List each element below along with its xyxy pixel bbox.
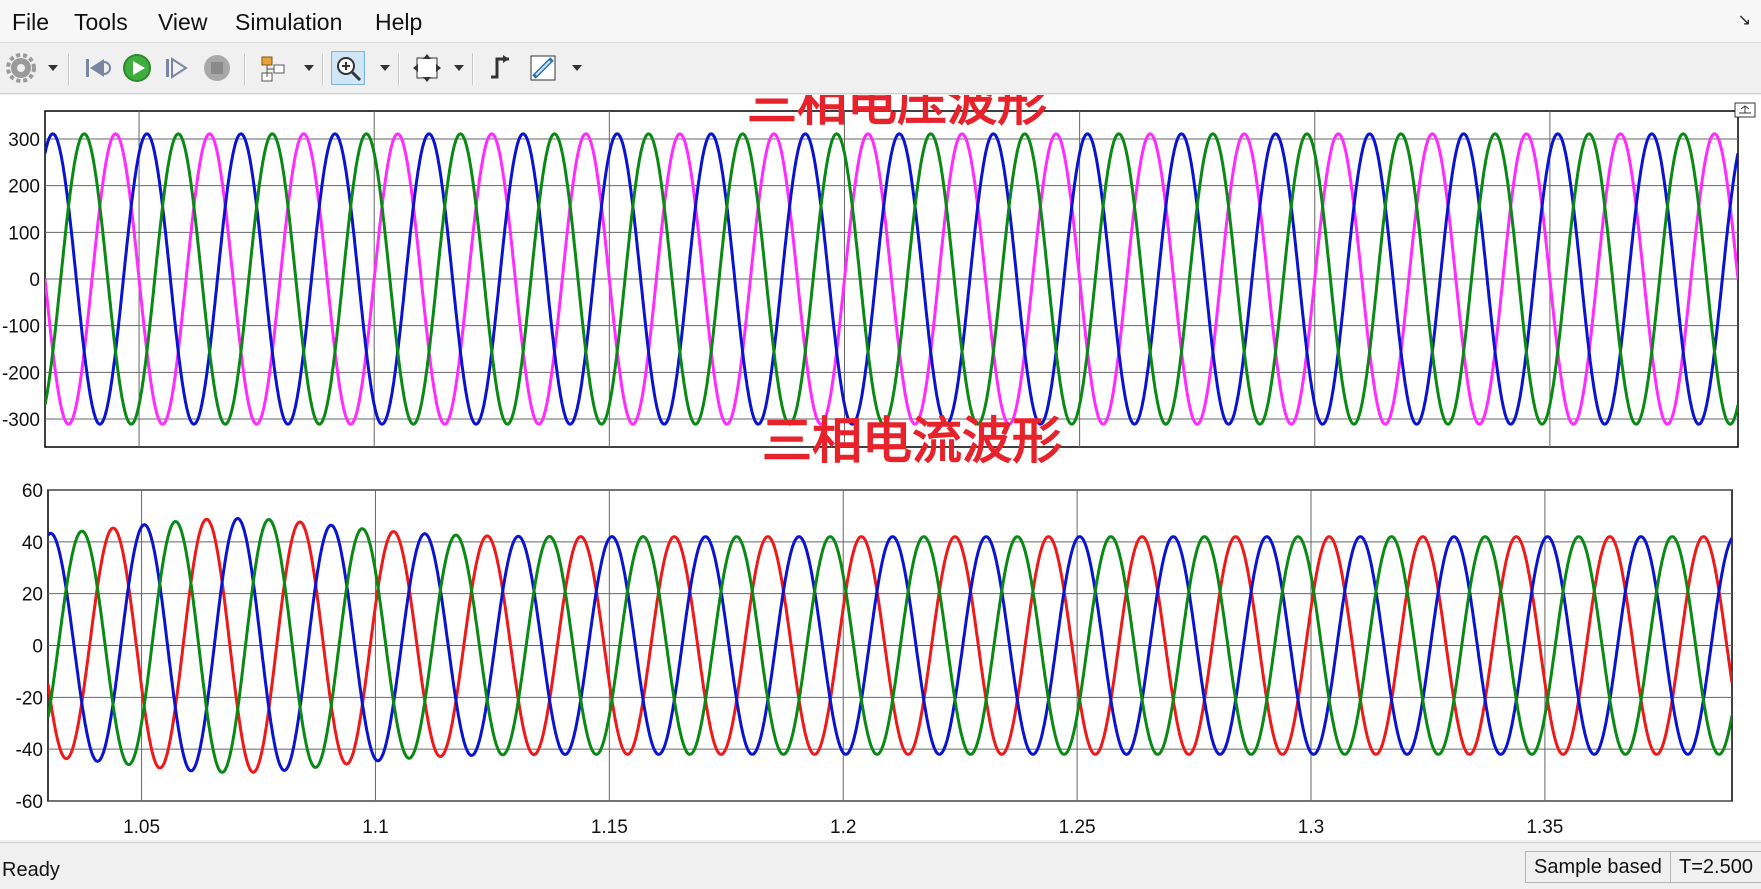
current-plot-title: 三相电流波形: [762, 412, 1062, 470]
gear-icon[interactable]: [4, 51, 38, 85]
menu-bar: File Tools View Simulation Help ↘: [0, 0, 1761, 43]
scope-plots[interactable]: 3002001000-100-200-300 6040200-20-40-601…: [0, 74, 1761, 840]
sample-mode-label: Sample based: [1525, 851, 1671, 883]
menu-help[interactable]: Help: [375, 9, 422, 36]
fit-dropdown-icon[interactable]: [454, 65, 464, 71]
y-tick-label: 60: [22, 481, 43, 502]
menu-simulation[interactable]: Simulation: [235, 9, 342, 36]
scope-plot-area: 300 200 100 0 -100 -200 -300 60 40 20 0 -20 -40 -60 1…: [0, 74, 1761, 840]
triggers-icon[interactable]: [483, 51, 517, 85]
y-tick-label: 40: [22, 533, 43, 554]
x-tick-label: 1.3: [1298, 817, 1324, 838]
voltage-plot: 300 200 100 0 -100 -200 -300: [2, 110, 1739, 448]
x-tick-label: 1.1: [362, 817, 388, 838]
x-tick-label: 1.2: [830, 817, 856, 838]
toolbar-separator: [322, 53, 324, 85]
toolbar-separator: [472, 53, 474, 85]
menu-file[interactable]: File: [12, 9, 49, 36]
x-tick-label: 1.35: [1526, 817, 1563, 838]
x-tick-label: 1.15: [591, 817, 628, 838]
zoom-dropdown-icon[interactable]: [380, 65, 390, 71]
y-tick-label: 20: [22, 585, 43, 606]
run-icon[interactable]: [120, 51, 154, 85]
time-label: T=2.500: [1670, 851, 1761, 883]
voltage-plot-title: 三相电压波形: [747, 95, 1047, 132]
y-tick-label: 0: [32, 637, 43, 658]
y-tick-label: 300: [8, 130, 40, 151]
step-back-icon[interactable]: [80, 51, 114, 85]
x-tick-label: 1.05: [123, 817, 160, 838]
zoom-in-icon[interactable]: [331, 51, 365, 85]
stop-icon[interactable]: [200, 51, 234, 85]
undock-plot-icon[interactable]: [1734, 102, 1756, 118]
y-tick-label: -200: [2, 363, 40, 384]
y-tick-label: 100: [8, 223, 40, 244]
toolbar: [0, 43, 1761, 94]
current-plot: 60 40 20 0 -20 -40 -60 1.05 1.1 1.15 1.2 1.25 1.3 1.3…: [16, 481, 1733, 838]
y-tick-label: -20: [16, 688, 43, 709]
step-forward-icon[interactable]: [160, 51, 194, 85]
y-tick-label: -300: [2, 410, 40, 431]
undock-icon[interactable]: ↘: [1738, 10, 1751, 29]
signal-selector-icon[interactable]: [256, 51, 290, 85]
status-bar: Ready Sample based T=2.500: [0, 842, 1761, 889]
toolbar-separator: [398, 53, 400, 85]
fit-to-view-icon[interactable]: [410, 51, 444, 85]
y-tick-label: -60: [16, 792, 43, 813]
menu-view[interactable]: View: [158, 9, 207, 36]
y-tick-label: 200: [8, 177, 40, 198]
x-tick-label: 1.25: [1059, 817, 1096, 838]
toolbar-separator: [244, 53, 246, 85]
cursor-measurements-icon[interactable]: [526, 51, 560, 85]
status-text: Ready: [2, 859, 60, 881]
gear-dropdown-icon[interactable]: [48, 65, 58, 71]
y-tick-label: -100: [2, 317, 40, 338]
toolbar-separator: [68, 53, 70, 85]
signal-selector-dropdown-icon[interactable]: [304, 65, 314, 71]
y-tick-label: -40: [16, 740, 43, 761]
y-tick-label: 0: [29, 270, 40, 291]
measurements-dropdown-icon[interactable]: [572, 65, 582, 71]
menu-tools[interactable]: Tools: [74, 9, 128, 36]
